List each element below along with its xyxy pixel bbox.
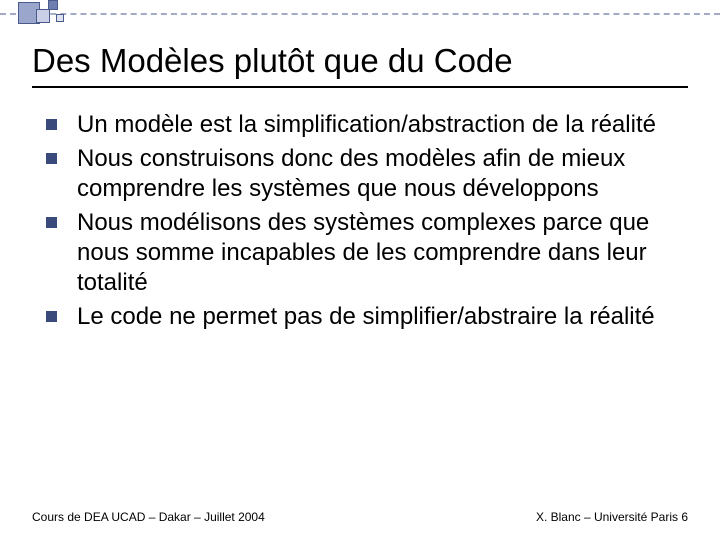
footer-right: X. Blanc – Université Paris 6 — [536, 510, 688, 524]
list-item: Nous construisons donc des modèles afin … — [46, 144, 688, 204]
slide-top-decoration — [0, 0, 720, 30]
list-item: Le code ne permet pas de simplifier/abst… — [46, 302, 688, 332]
footer-left: Cours de DEA UCAD – Dakar – Juillet 2004 — [32, 510, 265, 524]
square-bullet-icon — [46, 119, 57, 130]
slide-footer: Cours de DEA UCAD – Dakar – Juillet 2004… — [32, 510, 688, 524]
bullet-list: Un modèle est la simplification/abstract… — [32, 110, 688, 332]
bullet-text: Le code ne permet pas de simplifier/abst… — [77, 302, 655, 332]
deco-square-icon — [36, 9, 50, 23]
list-item: Nous modélisons des systèmes complexes p… — [46, 208, 688, 298]
bullet-text: Un modèle est la simplification/abstract… — [77, 110, 656, 140]
square-bullet-icon — [46, 217, 57, 228]
deco-square-icon — [48, 0, 58, 10]
title-underline — [32, 86, 688, 88]
slide-content: Des Modèles plutôt que du Code Un modèle… — [32, 42, 688, 500]
dashed-line — [0, 13, 720, 15]
deco-square-icon — [56, 14, 64, 22]
bullet-text: Nous construisons donc des modèles afin … — [77, 144, 688, 204]
slide-title: Des Modèles plutôt que du Code — [32, 42, 688, 80]
square-bullet-icon — [46, 153, 57, 164]
square-bullet-icon — [46, 311, 57, 322]
bullet-text: Nous modélisons des systèmes complexes p… — [77, 208, 688, 298]
list-item: Un modèle est la simplification/abstract… — [46, 110, 688, 140]
